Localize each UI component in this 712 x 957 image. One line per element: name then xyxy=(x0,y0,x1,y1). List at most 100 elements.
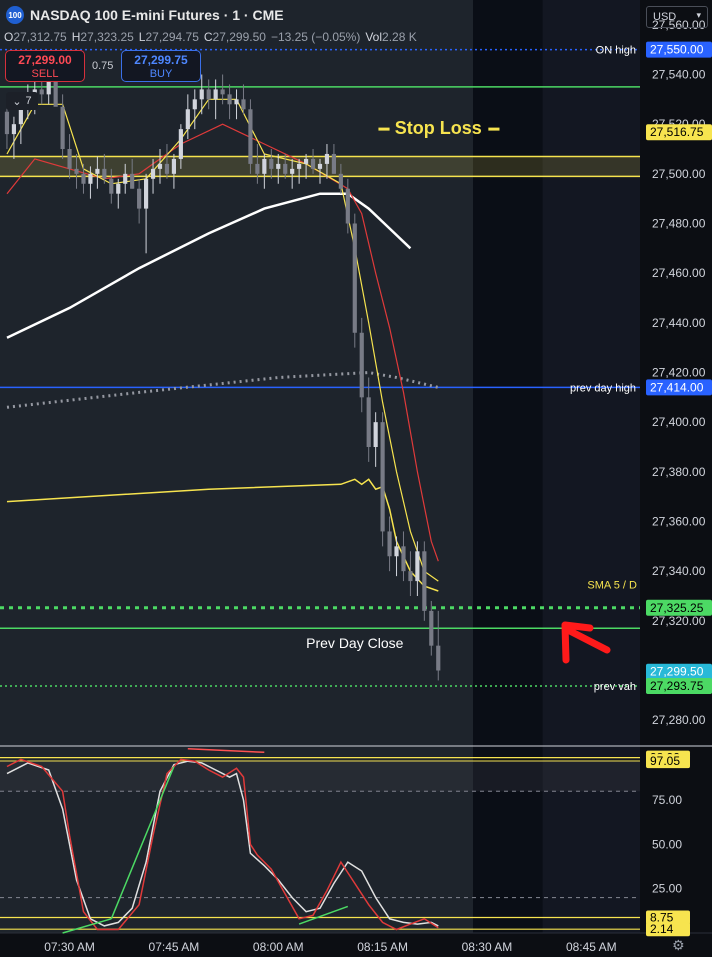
candle-body xyxy=(331,153,336,174)
indicator-count: 7 xyxy=(25,95,32,107)
candle-body xyxy=(130,173,135,189)
level-label: prev vah xyxy=(594,681,636,693)
candle-body xyxy=(74,168,79,174)
candle-body xyxy=(95,168,100,174)
price-axis-label: 27,299.50 xyxy=(650,665,704,679)
candle-body xyxy=(227,94,232,105)
candle-body xyxy=(178,129,183,159)
candle-body xyxy=(338,173,343,189)
candle-body xyxy=(144,178,149,209)
gear-icon[interactable]: ⚙ xyxy=(672,937,685,954)
osc-axis-label: 2.14 xyxy=(650,922,674,936)
x-tick-label: 07:30 AM xyxy=(44,940,95,954)
y-tick-label: 27,380.00 xyxy=(652,465,706,479)
candle-body xyxy=(276,163,281,169)
candle-body xyxy=(123,173,128,184)
y-tick-label: 27,320.00 xyxy=(652,614,706,628)
y-tick-label: 27,420.00 xyxy=(652,366,706,380)
currency-select[interactable]: USD ▾ xyxy=(646,6,708,28)
x-tick-label: 08:30 AM xyxy=(462,940,513,954)
osc-y-tick-label: 25.00 xyxy=(652,882,682,896)
candle-body xyxy=(116,183,121,194)
y-tick-label: 27,400.00 xyxy=(652,415,706,429)
candle-body xyxy=(206,89,211,100)
candle-body xyxy=(345,188,350,224)
candle-body xyxy=(164,163,170,174)
osc-overbought-zone xyxy=(0,761,640,792)
chevron-down-icon: ▾ xyxy=(696,10,701,20)
candle-body xyxy=(373,422,378,447)
ohlc-key: O xyxy=(4,30,14,44)
ohlc-key: C xyxy=(203,30,213,44)
candle-body xyxy=(4,111,10,135)
candle-body xyxy=(297,163,302,169)
candle-body xyxy=(157,163,163,169)
candle-body xyxy=(171,158,176,174)
buy-button[interactable]: 27,299.75 BUY xyxy=(121,50,201,82)
candle-body xyxy=(185,109,190,130)
level-label: prev day high xyxy=(570,382,636,394)
candle-body xyxy=(262,158,267,174)
candle-body xyxy=(422,551,427,611)
candle-body xyxy=(192,99,197,110)
candle-body xyxy=(109,178,114,194)
level-label: ON high xyxy=(596,45,636,57)
y-tick-label: 27,460.00 xyxy=(652,266,706,280)
price-axis-label: 27,293.75 xyxy=(650,679,704,693)
symbol-logo-icon: 100 xyxy=(6,6,24,24)
x-tick-label: 08:00 AM xyxy=(253,940,304,954)
y-tick-label: 27,480.00 xyxy=(652,217,706,231)
osc-axis-label: 97.05 xyxy=(650,754,680,768)
y-tick-label: 27,340.00 xyxy=(652,564,706,578)
candle-body xyxy=(67,149,72,169)
chart-annotation: SMA 5 / D xyxy=(587,580,637,592)
candle-body xyxy=(248,109,253,164)
session-shade xyxy=(0,0,474,933)
chart-annotation: Prev Day Close xyxy=(306,635,403,651)
candle-body xyxy=(436,645,441,671)
buy-price: 27,299.75 xyxy=(134,53,188,67)
candle-body xyxy=(290,168,295,174)
currency-value: USD xyxy=(653,11,677,23)
ohlc-readout: O27,312.75 H27,323.25 L27,294.75 C27,299.50… xyxy=(4,30,422,44)
ohlc-key: Vol xyxy=(365,30,383,44)
ohlc-value: 27,312.75 xyxy=(13,30,67,44)
ohlc-value: −13.25 (−0.05%) xyxy=(270,30,361,44)
ohlc-value: 27,294.75 xyxy=(145,30,199,44)
candle-body xyxy=(317,163,323,169)
indicator-toggle[interactable]: ⌄ 7 xyxy=(6,92,38,110)
candle-body xyxy=(255,163,260,174)
sell-button[interactable]: 27,299.00 SELL xyxy=(5,50,85,82)
chevron-down-icon: ⌄ xyxy=(12,95,22,108)
ohlc-value: 2.28 K xyxy=(382,30,417,44)
x-tick-label: 08:15 AM xyxy=(357,940,408,954)
candle-body xyxy=(408,571,413,582)
chart-annotation: Stop Loss xyxy=(395,118,482,138)
candle-body xyxy=(137,188,142,209)
x-tick-label: 07:45 AM xyxy=(149,940,200,954)
chart-header: 100 NASDAQ 100 E-mini Futures · 1 · CME xyxy=(6,6,284,24)
candle-body xyxy=(39,89,44,95)
candle-body xyxy=(199,89,204,100)
candle-body xyxy=(150,168,156,179)
candle-body xyxy=(380,422,385,532)
symbol-title[interactable]: NASDAQ 100 E-mini Futures · 1 · CME xyxy=(30,7,284,23)
candle-body xyxy=(387,531,392,557)
price-axis-label: 27,550.00 xyxy=(650,43,704,57)
price-axis-label: 27,325.25 xyxy=(650,601,704,615)
sell-price: 27,299.00 xyxy=(18,53,72,67)
x-tick-label: 08:45 AM xyxy=(566,940,617,954)
candle-body xyxy=(366,397,371,447)
candle-body xyxy=(241,99,246,110)
candle-body xyxy=(304,158,309,164)
y-tick-label: 27,440.00 xyxy=(652,316,706,330)
sell-label: SELL xyxy=(31,68,59,80)
chart-canvas[interactable]: 27,560.0027,540.0027,520.0027,500.0027,4… xyxy=(0,0,712,957)
candle-body xyxy=(220,89,225,95)
candle-body xyxy=(324,153,330,164)
extended-shade xyxy=(473,0,543,933)
candle-body xyxy=(283,163,288,174)
candle-body xyxy=(415,551,420,582)
candle-body xyxy=(102,168,107,179)
candle-body xyxy=(60,106,65,149)
